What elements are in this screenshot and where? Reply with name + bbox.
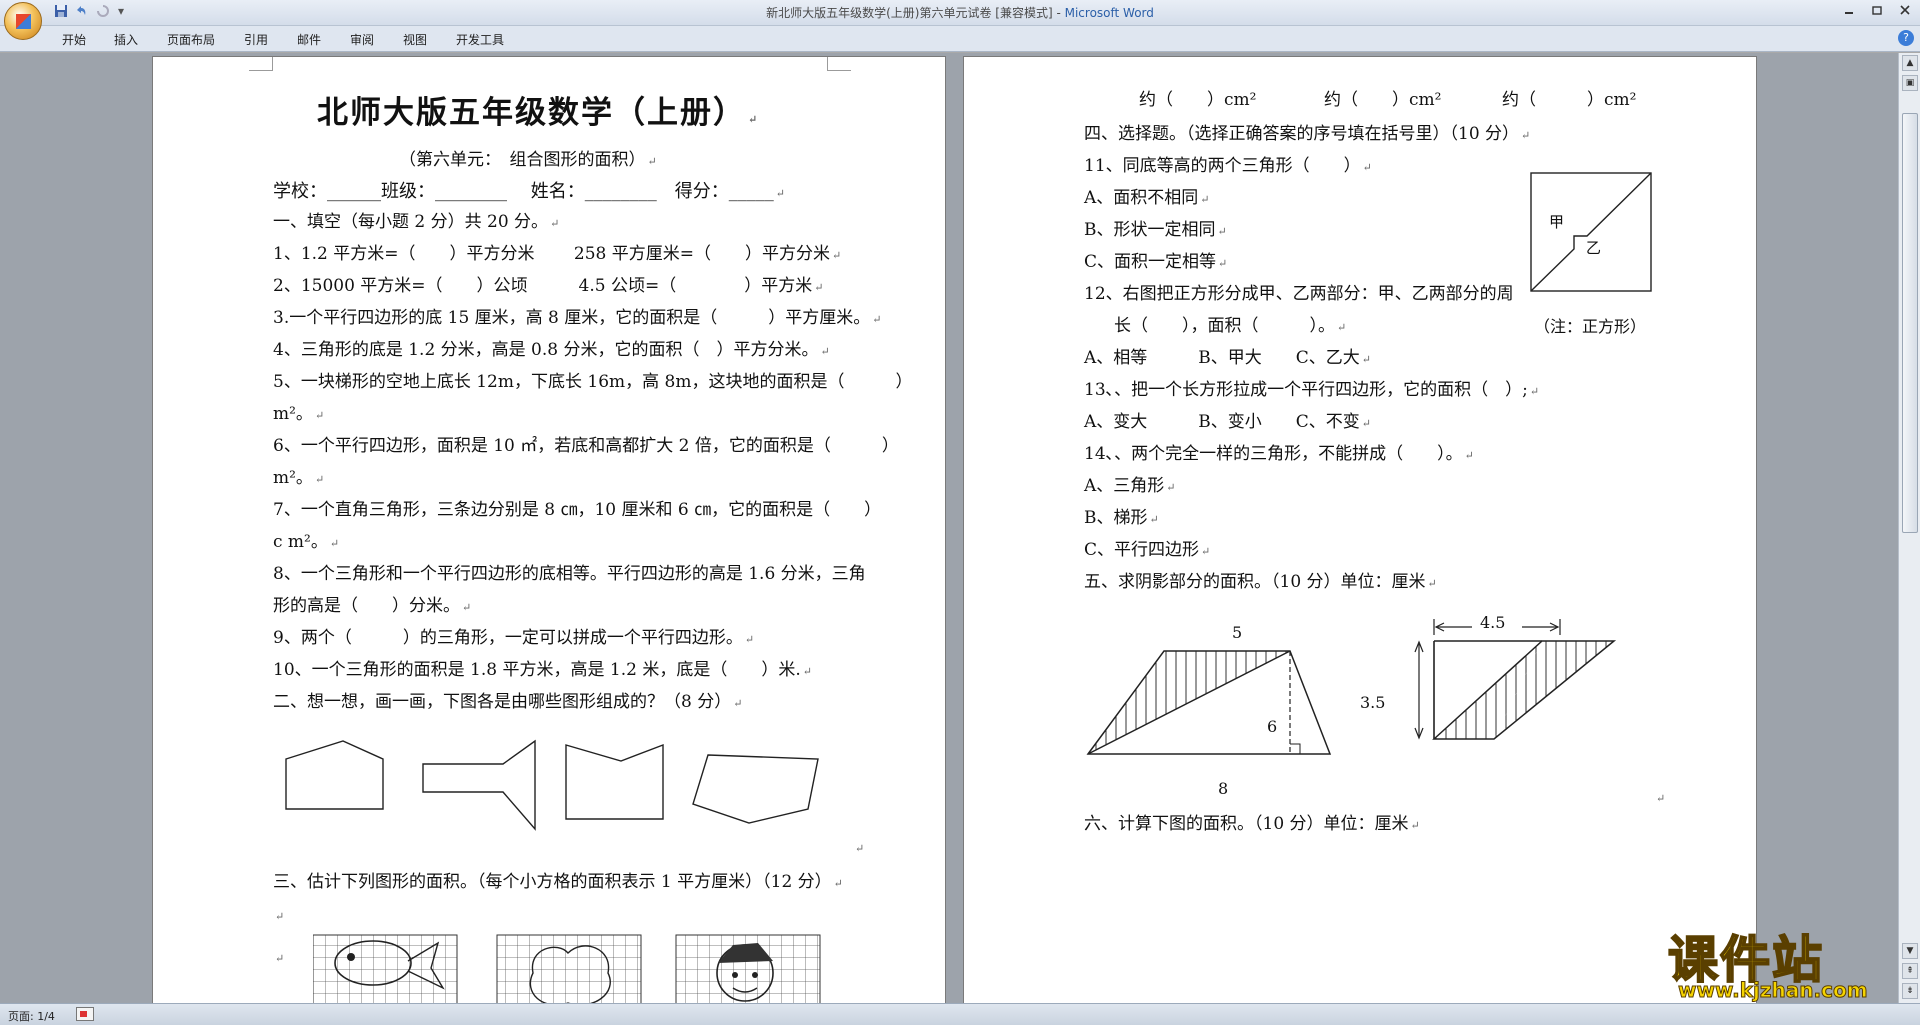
parallelogram-shaded-figure	[1414, 640, 1617, 740]
question-8: 8、一个三角形和一个平行四边形的底相等。平行四边形的高是 1.6 分米，三角	[273, 564, 866, 584]
doc-title: 北师大版五年级数学（上册） ↵	[317, 95, 760, 131]
q14-option-b: B、梯形 ↵	[1084, 508, 1159, 528]
parallelogram-height-label: 3.5	[1360, 693, 1386, 712]
q11-option-b: B、形状一定相同 ↵	[1084, 220, 1227, 240]
question-4: 4、三角形的底是 1.2 分米，高是 0.8 分米，它的面积（ ）平方分米。 ↵	[273, 340, 830, 360]
window-title: 新北师大版五年级数学(上册)第六单元试卷 [兼容模式] - Microsoft …	[0, 4, 1920, 21]
q11-option-c: C、面积一定相等 ↵	[1084, 252, 1228, 272]
figure-note: （注：正方形）	[1534, 317, 1647, 336]
question-12-cont: 长（ ），面积（ ）。 ↵	[1114, 316, 1347, 336]
paragraph-mark: ↵	[1656, 792, 1666, 805]
section-5-heading: 五、求阴影部分的面积。（10 分）单位：厘米 ↵	[1084, 572, 1437, 592]
status-bar: 页面: 1/4	[0, 1003, 1920, 1025]
q11-option-a: A、面积不相同 ↵	[1084, 188, 1210, 208]
vertical-scrollbar[interactable]: ▲ ▣ ▼ ⇞ ⇟	[1898, 53, 1920, 1003]
trapezoid-bottom-label: 8	[1218, 779, 1229, 798]
help-icon[interactable]: ?	[1898, 30, 1914, 46]
paragraph-mark: ↵	[275, 952, 285, 965]
label-jia: 甲	[1549, 213, 1565, 231]
document-title: 新北师大版五年级数学(上册)第六单元试卷 [兼容模式] -	[766, 6, 1065, 20]
question-2: 2、15000 平方米=（ ）公顷 4.5 公顷=（ ）平方米 ↵	[273, 276, 824, 296]
square-division-figure	[1530, 172, 1652, 292]
grid-pictures-figure	[313, 934, 821, 1003]
title-bar: ▾ 新北师大版五年级数学(上册)第六单元试卷 [兼容模式] - Microsof…	[0, 0, 1920, 40]
approx-answer-2: 约（ ）cm²	[1324, 90, 1442, 110]
watermark-logo: 课件站 www.kjzhan.com	[1667, 920, 1908, 1003]
margin-marker	[249, 57, 273, 71]
section-1-heading: 一、填空（每小题 2 分）共 20 分。 ↵	[273, 212, 560, 232]
tab-references[interactable]: 引用	[244, 31, 268, 48]
doc-subtitle: （第六单元： 组合图形的面积） ↵	[399, 150, 657, 170]
section-6-heading: 六、计算下图的面积。（10 分）单位：厘米 ↵	[1084, 814, 1420, 834]
tab-home[interactable]: 开始	[62, 31, 86, 48]
document-page-1[interactable]: 北师大版五年级数学（上册） ↵ （第六单元： 组合图形的面积） ↵ 学校：_____…	[152, 56, 946, 1003]
paragraph-mark: ↵	[275, 910, 285, 923]
margin-marker	[827, 57, 851, 71]
trapezoid-shaded-figure	[1086, 650, 1332, 755]
tab-mailings[interactable]: 邮件	[297, 31, 321, 48]
macro-record-icon[interactable]	[76, 1007, 94, 1021]
section-4-heading: 四、选择题。（选择正确答案的序号填在括号里）（10 分） ↵	[1084, 124, 1531, 144]
restore-button[interactable]	[1864, 2, 1890, 20]
question-6-unit: m²。 ↵	[273, 468, 325, 488]
tab-page-layout[interactable]: 页面布局	[167, 31, 215, 48]
tab-developer[interactable]: 开发工具	[456, 31, 504, 48]
question-3: 3.一个平行四边形的底 15 厘米，高 8 厘米，它的面积是（ ）平方厘米。 ↵	[273, 308, 882, 328]
question-6: 6、一个平行四边形，面积是 10 ㎡，若底和高都扩大 2 倍，它的面积是（ ）	[273, 436, 899, 456]
ruler-toggle-icon[interactable]: ▣	[1902, 75, 1918, 91]
label-yi: 乙	[1586, 239, 1602, 257]
tab-view[interactable]: 视图	[403, 31, 427, 48]
trapezoid-height-label: 6	[1267, 717, 1278, 736]
q14-option-c: C、平行四边形 ↵	[1084, 540, 1211, 560]
approx-answer-1: 约（ ）cm²	[1139, 90, 1257, 110]
minimize-button[interactable]	[1836, 2, 1862, 20]
page-count[interactable]: 页面: 1/4	[8, 1008, 55, 1024]
question-8-cont: 形的高是（ ）分米。 ↵	[273, 596, 472, 616]
question-5-unit: m²。 ↵	[273, 404, 325, 424]
document-area: 北师大版五年级数学（上册） ↵ （第六单元： 组合图形的面积） ↵ 学校：_____…	[0, 53, 1898, 1003]
scroll-thumb[interactable]	[1902, 113, 1918, 533]
office-button[interactable]	[4, 2, 42, 40]
approx-answer-3: 约（ ）cm²	[1502, 90, 1637, 110]
q14-option-a: A、三角形 ↵	[1084, 476, 1176, 496]
watermark-url: www.kjzhan.com	[1678, 978, 1869, 1003]
close-button[interactable]	[1892, 2, 1918, 20]
student-info-line: 学校：______班级：________ 姓名：________ 得分：____…	[273, 181, 785, 202]
scroll-up-icon[interactable]: ▲	[1902, 55, 1918, 71]
question-14: 14､、两个完全一样的三角形，不能拼成（ ）。 ↵	[1084, 444, 1474, 464]
question-12: 12、右图把正方形分成甲、乙两部分：甲、乙两部分的周	[1084, 284, 1514, 304]
section-3-heading: 三、估计下列图形的面积。（每个小方格的面积表示 1 平方厘米）（12 分） ↵	[273, 872, 843, 892]
section-2-heading: 二、想一想，画一画，下图各是由哪些图形组成的？（8 分） ↵	[273, 692, 743, 712]
q13-options: A、变大 B、变小 C、不变 ↵	[1084, 412, 1371, 432]
question-13: 13､、把一个长方形拉成一个平行四边形，它的面积（ ）; ↵	[1084, 380, 1540, 400]
question-5: 5、一块梯形的空地上底长 12m，下底长 16m，高 8m，这块地的面积是（ ）	[273, 372, 913, 392]
question-1: 1、1.2 平方米=（ ）平方分米 258 平方厘米=（ ）平方分米 ↵	[273, 244, 842, 264]
document-page-2[interactable]: 约（ ）cm² 约（ ）cm² 约（ ）cm² 四、选择题。（选择正确答案的序号…	[963, 56, 1757, 1003]
question-11: 11、同底等高的两个三角形（ ） ↵	[1084, 156, 1372, 176]
question-9: 9、两个（ ）的三角形，一定可以拼成一个平行四边形。 ↵	[273, 628, 755, 648]
app-name: Microsoft Word	[1064, 6, 1154, 20]
ribbon-tab-bar: 开始 插入 页面布局 引用 邮件 审阅 视图 开发工具 ?	[0, 26, 1920, 52]
tab-review[interactable]: 审阅	[350, 31, 374, 48]
question-10: 10、一个三角形的面积是 1.8 平方米，高是 1.2 米，底是（ ）米. ↵	[273, 660, 812, 680]
composite-shapes-figure	[285, 739, 819, 831]
parallelogram-top-label: 4.5	[1480, 613, 1506, 632]
paragraph-mark: ↵	[855, 842, 865, 855]
q12-options: A、相等 B、甲大 C、乙大 ↵	[1084, 348, 1371, 368]
question-7: 7、一个直角三角形，三条边分别是 8 ㎝，10 厘米和 6 ㎝，它的面积是（ ）	[273, 500, 882, 520]
trapezoid-top-label: 5	[1232, 623, 1243, 642]
question-7-unit: c m²。 ↵	[273, 532, 340, 552]
tab-insert[interactable]: 插入	[114, 31, 138, 48]
